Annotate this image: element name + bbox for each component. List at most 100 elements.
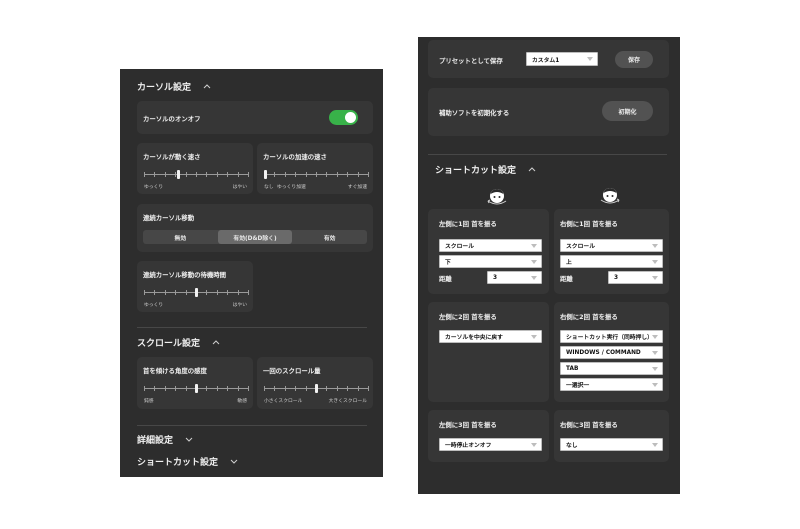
cursor-accel-label: カーソルの加速の速さ [263, 153, 327, 161]
right-2-key3-value: 一選択一 [566, 383, 590, 389]
continuous-option-on[interactable]: 有効 [292, 230, 367, 244]
shortcut-settings-panel: プリセットとして保存 カスタム1 保存 補助ソフトを初期化する 初期化 ショート… [418, 37, 680, 494]
right-1-direction-select[interactable]: 上 [560, 255, 663, 268]
right-3-action-select[interactable]: なし [560, 438, 663, 451]
scroll-amount-label: 一回のスクロール量 [263, 367, 321, 375]
continuous-cursor-card: 連続カーソル移動 無効 有効(D&D除く) 有効 [137, 204, 373, 252]
chevron-down-icon [652, 243, 658, 248]
cursor-speed-thumb[interactable] [177, 170, 181, 179]
continuous-wait-thumb[interactable] [195, 288, 198, 297]
left-1-title: 左側に1回 首を振る [439, 220, 497, 228]
reset-button[interactable]: 初期化 [602, 101, 653, 121]
chevron-down-icon [531, 259, 537, 264]
divider [137, 327, 367, 328]
right-1-action-select[interactable]: スクロール [560, 239, 663, 252]
left-1-direction-select[interactable]: 下 [439, 255, 542, 268]
left-1-direction-value: 下 [445, 260, 451, 266]
left-3-action-select[interactable]: 一時停止オンオフ [439, 438, 542, 451]
chevron-down-icon [652, 366, 658, 371]
scroll-settings-header[interactable]: スクロール設定 [137, 336, 220, 349]
chevron-down-icon [531, 442, 537, 447]
left-2-action-select[interactable]: カーソルを中央に戻す [439, 330, 542, 343]
right-2-key1-value: WINDOWS / COMMAND [566, 349, 641, 356]
chevron-down-icon [531, 275, 537, 280]
cursor-accel-mid: ゆっくり加速 [277, 185, 306, 190]
right-2-key2-select[interactable]: TAB [560, 362, 663, 375]
left-3-action-value: 一時停止オンオフ [445, 443, 492, 449]
divider [137, 425, 367, 426]
cursor-accel-thumb[interactable] [264, 170, 268, 179]
tilt-sensitivity-thumb[interactable] [195, 384, 198, 393]
right-1-title: 右側に1回 首を振る [560, 220, 618, 228]
advanced-settings-header[interactable]: 詳細設定 [137, 433, 193, 446]
continuous-wait-slider[interactable] [144, 288, 249, 297]
head-turn-left-icon [486, 187, 508, 211]
scroll-amount-slider[interactable] [264, 384, 369, 393]
continuous-wait-card: 連続カーソル移動の待機時間 ゆっくり はやい [137, 261, 253, 312]
chevron-down-icon [531, 334, 537, 339]
preset-save-button[interactable]: 保存 [615, 51, 653, 68]
tilt-sensitivity-label: 首を傾ける角度の感度 [143, 367, 207, 375]
chevron-up-icon [212, 340, 220, 345]
right-3-action-value: なし [566, 443, 578, 449]
chevron-down-icon [652, 350, 658, 355]
cursor-speed-slider[interactable] [144, 170, 249, 179]
tilt-sensitivity-slider[interactable] [144, 384, 249, 393]
cursor-onoff-toggle[interactable] [329, 110, 358, 125]
advanced-settings-title: 詳細設定 [137, 436, 174, 446]
chevron-up-icon [203, 84, 211, 89]
preset-select[interactable]: カスタム1 [526, 52, 598, 66]
cursor-speed-min: ゆっくり [144, 185, 164, 190]
left-2-title: 左側に2回 首を振る [439, 313, 497, 321]
reset-label: 補助ソフトを初期化する [439, 109, 510, 117]
right-1-action-value: スクロール [566, 244, 595, 250]
cursor-accel-card: カーソルの加速の速さ なし ゆっくり加速 すぐ加速 [257, 143, 373, 194]
continuous-option-except-dnd[interactable]: 有効(D&D除く) [217, 230, 293, 244]
shortcut-settings-header[interactable]: ショートカット設定 [435, 163, 536, 176]
scroll-amount-thumb[interactable] [315, 384, 318, 393]
chevron-down-icon [531, 243, 537, 248]
cursor-accel-slider[interactable] [264, 170, 369, 179]
left-1-action-value: スクロール [445, 244, 474, 250]
chevron-down-icon [185, 437, 193, 442]
left-1-shortcut-card: 左側に1回 首を振る スクロール 下 距離 3 [428, 209, 549, 294]
right-2-key1-select[interactable]: WINDOWS / COMMAND [560, 346, 663, 359]
cursor-settings-header[interactable]: カーソル設定 [137, 80, 211, 93]
right-1-distance-label: 距離 [560, 275, 573, 283]
cursor-speed-card: カーソルが動く速さ ゆっくり はやい [137, 143, 253, 194]
preset-card: プリセットとして保存 カスタム1 保存 [428, 40, 669, 78]
left-1-distance-label: 距離 [439, 275, 452, 283]
right-3-title: 右側に3回 首を振る [560, 421, 618, 429]
continuous-cursor-label: 連続カーソル移動 [143, 214, 195, 222]
continuous-wait-label: 連続カーソル移動の待機時間 [143, 271, 227, 279]
right-2-shortcut-card: 右側に2回 首を振る ショートカット実行（同時押し） WINDOWS / COM… [554, 302, 669, 402]
shortcut-settings-header-collapsed[interactable]: ショートカット設定 [137, 455, 238, 468]
preset-label: プリセットとして保存 [439, 57, 503, 65]
cursor-accel-min: なし [264, 185, 274, 190]
continuous-wait-min: ゆっくり [144, 303, 164, 308]
left-3-shortcut-card: 左側に3回 首を振る 一時停止オンオフ [428, 410, 549, 462]
cursor-settings-panel: カーソル設定 カーソルのオンオフ カーソルが動く速さ ゆっくり はやい カーソル… [120, 69, 383, 477]
right-1-distance-select[interactable]: 3 [608, 271, 663, 284]
right-3-shortcut-card: 右側に3回 首を振る なし [554, 410, 669, 462]
right-1-shortcut-card: 右側に1回 首を振る スクロール 上 距離 3 [554, 209, 669, 294]
right-2-key3-select[interactable]: 一選択一 [560, 378, 663, 391]
shortcut-settings-title: ショートカット設定 [137, 458, 219, 468]
left-1-distance-select[interactable]: 3 [487, 271, 542, 284]
scroll-amount-min: 小さくスクロール [264, 399, 303, 404]
head-turn-right-icon [599, 186, 621, 210]
cursor-onoff-label: カーソルのオンオフ [143, 115, 201, 123]
chevron-down-icon [230, 459, 238, 464]
continuous-option-off[interactable]: 無効 [143, 230, 218, 244]
continuous-wait-max: はやい [232, 303, 247, 308]
left-2-action-value: カーソルを中央に戻す [445, 335, 503, 341]
right-2-title: 右側に2回 首を振る [560, 313, 618, 321]
chevron-up-icon [528, 167, 536, 172]
chevron-down-icon [652, 275, 658, 280]
left-1-action-select[interactable]: スクロール [439, 239, 542, 252]
right-1-distance-value: 3 [614, 274, 619, 281]
reset-card: 補助ソフトを初期化する 初期化 [428, 88, 669, 136]
tilt-sensitivity-max: 敏感 [237, 399, 247, 404]
right-2-action-select[interactable]: ショートカット実行（同時押し） [560, 330, 663, 343]
scroll-amount-card: 一回のスクロール量 小さくスクロール 大きくスクロール [257, 357, 373, 409]
